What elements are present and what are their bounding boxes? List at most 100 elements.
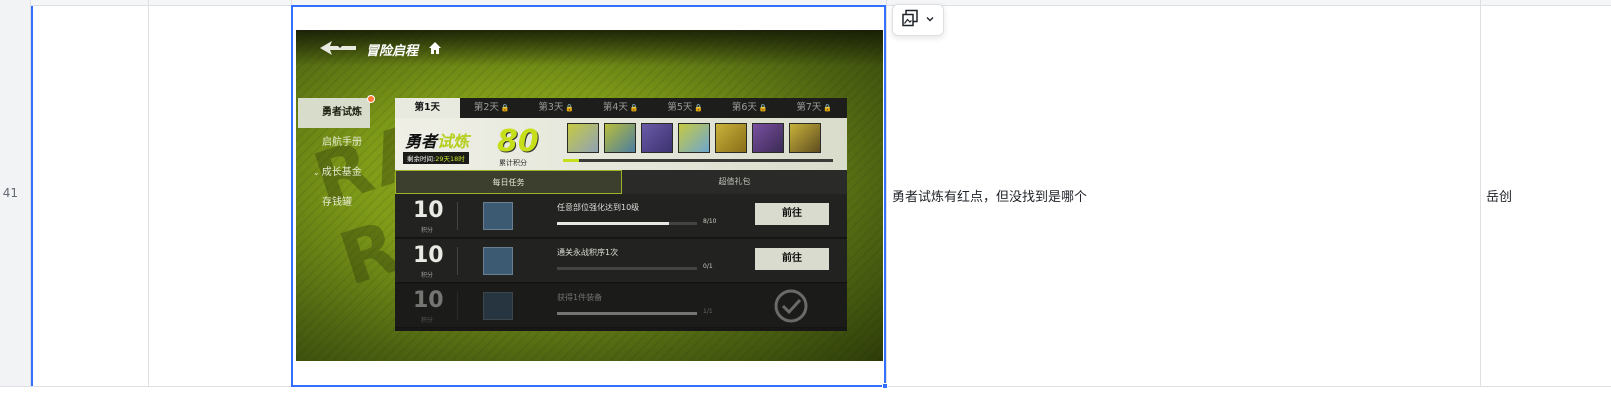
lock-icon: 🔒 <box>629 104 639 112</box>
divider <box>457 292 458 320</box>
go-button[interactable]: 前往 <box>755 203 829 225</box>
tab-day-3[interactable]: 第3天 🔒 <box>524 98 589 118</box>
task-progress-bar <box>557 267 697 270</box>
spreadsheet: 41 RAID REWARD 冒险启程 勇者试炼 启航手册 ⌄成长基金 存钱罐 <box>0 0 1611 394</box>
remaining-label: 剩余时间: <box>407 155 436 163</box>
tab-day-4[interactable]: 第4天 🔒 <box>589 98 654 118</box>
task-progress-bar <box>557 312 697 315</box>
tab-label: 第3天 <box>538 102 564 113</box>
banner-title: 勇者试炼 <box>405 128 469 152</box>
trial-banner: 勇者试炼 剩余时间:29天18时 80 累计积分 <box>395 118 847 170</box>
reward-box-icon[interactable] <box>752 123 784 153</box>
tab-daily-tasks[interactable]: 每日任务 <box>395 170 622 194</box>
trial-panel: 第1天 第2天 🔒 第3天 🔒 第4天 🔒 第5天 🔒 第6天 🔒 第7天 🔒 勇者试炼 剩… <box>395 98 847 331</box>
tab-day-2[interactable]: 第2天 🔒 <box>460 98 525 118</box>
red-dot-badge <box>367 95 375 103</box>
reward-progress-bar <box>563 159 833 162</box>
fill-handle[interactable] <box>882 383 888 389</box>
reward-progress-fill <box>563 159 580 162</box>
ship-icon <box>483 292 513 320</box>
ship-icon <box>483 202 513 230</box>
reward-gem-icon[interactable] <box>678 123 710 153</box>
column-divider <box>1480 0 1481 394</box>
task-count: 0/1 <box>703 263 713 270</box>
banner-title-a: 勇者 <box>405 132 438 151</box>
row-number: 41 <box>2 186 18 200</box>
reward-chest-icon[interactable] <box>715 123 747 153</box>
menu-item-label: 成长基金 <box>321 167 362 178</box>
task-progress-bar <box>557 222 697 225</box>
reward-crystal-icon[interactable] <box>567 123 599 153</box>
cell-empty-1[interactable] <box>33 7 148 386</box>
menu-item-label: 存钱罐 <box>322 197 352 208</box>
home-icon[interactable] <box>428 40 442 59</box>
check-icon <box>773 288 809 328</box>
tab-label: 第1天 <box>414 102 441 113</box>
task-count: 8/10 <box>703 218 717 225</box>
tab-label: 第6天 <box>731 102 757 113</box>
go-button[interactable]: 前往 <box>755 248 829 270</box>
menu-item-voyage-guide[interactable]: 启航手册 <box>296 128 388 158</box>
menu-item-piggy-bank[interactable]: 存钱罐 <box>296 188 388 218</box>
back-icon[interactable] <box>318 38 358 62</box>
game-left-menu: 勇者试炼 启航手册 ⌄ 成长基金 存钱罐 <box>296 95 388 218</box>
task-points-label: 积分 <box>421 227 434 234</box>
menu-item-label: 勇者试炼 <box>322 107 362 118</box>
lock-icon: 🔒 <box>823 104 833 112</box>
task-row: 10 积分 通关永战积序1次 0/1 前往 <box>395 239 847 283</box>
reward-ship-icon[interactable] <box>604 123 636 153</box>
task-count: 1/1 <box>703 308 713 315</box>
reward-treasure-icon[interactable] <box>789 123 821 153</box>
task-points: 10 <box>413 288 444 313</box>
task-points-label: 积分 <box>421 272 434 279</box>
chevron-down-icon: ⌄ <box>313 168 320 177</box>
task-points: 10 <box>413 198 444 223</box>
menu-item-brave-trial[interactable]: 勇者试炼 <box>298 95 375 128</box>
task-name: 通关永战积序1次 <box>557 248 619 257</box>
ship-icon <box>483 247 513 275</box>
tab-label: 第7天 <box>796 102 822 113</box>
divider <box>457 202 458 230</box>
column-divider <box>886 0 887 394</box>
menu-item-label: 启航手册 <box>322 137 362 148</box>
image-layout-button[interactable] <box>892 4 944 36</box>
reward-list <box>567 123 821 153</box>
lock-icon: 🔒 <box>500 104 510 112</box>
banner-title-b: 试炼 <box>437 132 470 151</box>
task-progress-fill <box>557 312 697 315</box>
task-row: 10 积分 获得1件装备 1/1 <box>395 284 847 328</box>
image-layout-icon <box>901 9 919 31</box>
issue-description-cell[interactable]: 勇者试炼有红点，但没找到是哪个 <box>892 186 1087 205</box>
tab-value-pack[interactable]: 超值礼包 <box>622 170 847 194</box>
sub-tabs: 每日任务 超值礼包 <box>395 170 847 194</box>
tab-day-7[interactable]: 第7天 🔒 <box>782 98 847 118</box>
task-name: 任意部位强化达到10级 <box>557 203 640 212</box>
tab-day-6[interactable]: 第6天 🔒 <box>718 98 783 118</box>
tab-day-5[interactable]: 第5天 🔒 <box>653 98 718 118</box>
tab-label: 第4天 <box>602 102 628 113</box>
tab-day-1[interactable]: 第1天 <box>395 98 460 118</box>
divider <box>457 247 458 275</box>
lock-icon: 🔒 <box>758 104 768 112</box>
row-header[interactable]: 41 <box>0 0 31 394</box>
owner-cell[interactable]: 岳创 <box>1486 186 1512 205</box>
tab-label: 第5天 <box>667 102 693 113</box>
task-progress-fill <box>557 222 669 225</box>
score-label: 累计积分 <box>499 159 527 167</box>
lock-icon: 🔒 <box>565 104 575 112</box>
task-points-label: 积分 <box>421 317 434 324</box>
cell-empty-2[interactable] <box>149 7 291 386</box>
menu-item-growth-fund[interactable]: ⌄ 成长基金 <box>296 158 388 188</box>
game-screenshot-image[interactable]: RAID REWARD 冒险启程 勇者试炼 启航手册 ⌄成长基金 存钱罐 第1天… <box>296 30 883 361</box>
lock-icon: 🔒 <box>694 104 704 112</box>
remaining-time: 剩余时间:29天18时 <box>403 152 469 164</box>
day-tabs: 第1天 第2天 🔒 第3天 🔒 第4天 🔒 第5天 🔒 第6天 🔒 第7天 🔒 <box>395 98 847 118</box>
game-title: 冒险启程 <box>366 44 419 59</box>
score-value: 80 <box>497 124 539 159</box>
reward-orb-icon[interactable] <box>641 123 673 153</box>
chevron-down-icon <box>925 14 935 27</box>
next-row-edge <box>0 386 1611 394</box>
task-points: 10 <box>413 243 444 268</box>
tab-label: 第2天 <box>473 102 499 113</box>
remaining-value: 29天18时 <box>435 155 465 163</box>
